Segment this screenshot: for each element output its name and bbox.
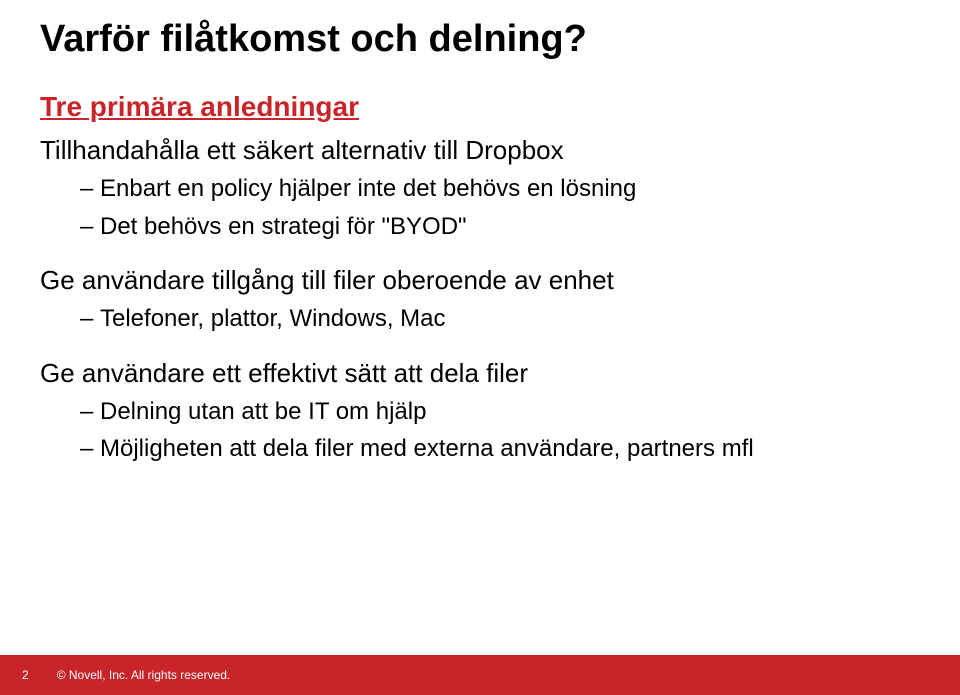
slide: Varför filåtkomst och delning? Tre primä… xyxy=(0,0,960,695)
section-3-list: Delning utan att be IT om hjälp Möjlighe… xyxy=(40,395,920,466)
list-item: Det behövs en strategi för "BYOD" xyxy=(80,210,920,244)
section-1-list: Enbart en policy hjälper inte det behövs… xyxy=(40,172,920,243)
list-item: Telefoner, plattor, Windows, Mac xyxy=(80,302,920,336)
list-item: Delning utan att be IT om hjälp xyxy=(80,395,920,429)
list-item: Enbart en policy hjälper inte det behövs… xyxy=(80,172,920,206)
page-title: Varför filåtkomst och delning? xyxy=(40,18,920,61)
copyright: © Novell, Inc. All rights reserved. xyxy=(57,668,231,682)
section-2-list: Telefoner, plattor, Windows, Mac xyxy=(40,302,920,336)
footer: 2 © Novell, Inc. All rights reserved. xyxy=(0,655,960,695)
section-heading-3: Ge användare ett effektivt sätt att dela… xyxy=(40,358,920,389)
page-number: 2 xyxy=(22,668,29,682)
list-item: Möjligheten att dela filer med externa a… xyxy=(80,432,920,466)
section-heading-2: Ge användare tillgång till filer oberoen… xyxy=(40,265,920,296)
subtitle: Tre primära anledningar xyxy=(40,91,920,123)
section-heading-1: Tillhandahålla ett säkert alternativ til… xyxy=(40,135,920,166)
